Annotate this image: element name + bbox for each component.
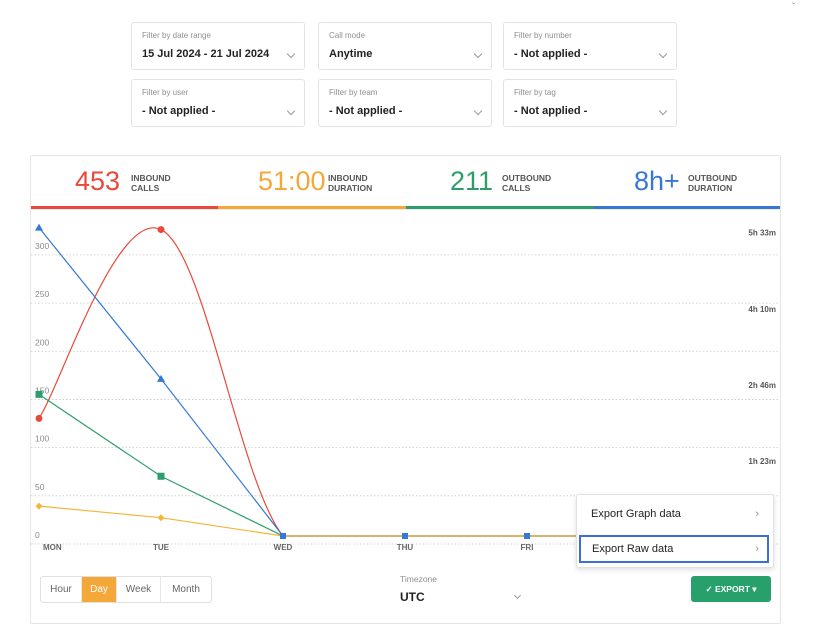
number-filter[interactable]: Filter by number - Not applied - (503, 22, 677, 70)
period-tab-week[interactable]: Week (117, 577, 161, 602)
stat-label: OUTBOUND DURATION (688, 173, 738, 193)
right-tick-label: 5h 33m (748, 229, 776, 238)
data-point (35, 502, 43, 510)
chevron-down-icon (658, 106, 668, 116)
outbound-calls-stat[interactable]: 211 OUTBOUND CALLS (406, 156, 594, 209)
right-tick-label: 1h 23m (748, 457, 776, 466)
x-tick-label: THU (397, 543, 414, 552)
timezone-label: Timezone (400, 574, 438, 584)
data-point (402, 533, 408, 539)
filter-label: Call mode (329, 31, 366, 40)
export-graph-data-item[interactable]: Export Graph data › (579, 500, 769, 528)
chevron-down-icon (473, 106, 483, 116)
stat-value: 51:00 (258, 166, 326, 196)
chevron-right-icon: › (755, 543, 759, 555)
outbound-duration-stat[interactable]: 8h+ OUTBOUND DURATION (594, 156, 780, 209)
chevron-down-icon (513, 591, 522, 600)
y-tick-label: 50 (35, 482, 45, 492)
right-axis-labels: 1h 23m 2h 46m 4h 10m 5h 33m (748, 229, 776, 466)
timezone-select[interactable]: Timezone UTC (390, 572, 530, 608)
inbound-calls-stat[interactable]: 453 INBOUND CALLS (31, 156, 218, 209)
y-tick-label: 250 (35, 289, 49, 299)
data-point (280, 533, 286, 539)
chevron-down-icon (286, 106, 296, 116)
filter-label: Filter by user (142, 88, 189, 97)
filter-label: Filter by tag (514, 88, 556, 97)
chevron-down-icon: ˇ (792, 2, 796, 13)
chevron-down-icon (473, 49, 483, 59)
filter-value: - Not applied - (514, 105, 588, 117)
timezone-value: UTC (400, 590, 425, 604)
export-button-label: EXPORT (714, 584, 750, 594)
right-tick-label: 2h 46m (748, 381, 776, 390)
y-tick-label: 100 (35, 434, 49, 444)
filter-label: Filter by number (514, 31, 572, 40)
x-tick-label: FRI (521, 543, 534, 552)
stat-value: 453 (75, 166, 121, 196)
data-point (35, 414, 43, 422)
filter-label: Filter by team (329, 88, 378, 97)
x-tick-label: TUE (153, 543, 170, 552)
y-tick-label: 0 (35, 530, 40, 540)
filter-value: - Not applied - (514, 48, 588, 60)
filter-label: Filter by date range (142, 31, 211, 40)
chevron-down-icon (658, 49, 668, 59)
filter-value: - Not applied - (329, 105, 403, 117)
user-filter[interactable]: Filter by user - Not applied - (131, 79, 305, 127)
tag-filter[interactable]: Filter by tag - Not applied - (503, 79, 677, 127)
x-tick-label: WED (274, 543, 293, 552)
data-point (524, 533, 530, 539)
data-point (157, 472, 165, 480)
chart-series-lines (38, 227, 771, 537)
y-axis-labels: 050100150200250300 (35, 241, 49, 540)
period-selector: Hour Day Week Month (40, 576, 212, 603)
series-line (38, 227, 771, 537)
export-button[interactable]: ✓ EXPORT ▾ (691, 576, 771, 602)
data-point (157, 226, 165, 234)
stat-label: INBOUND DURATION (328, 173, 373, 193)
stat-value: 211 (450, 166, 494, 196)
date-range-filter[interactable]: Filter by date range 15 Jul 2024 - 21 Ju… (131, 22, 305, 70)
period-tab-month[interactable]: Month (161, 577, 211, 602)
team-filter[interactable]: Filter by team - Not applied - (318, 79, 492, 127)
right-tick-label: 4h 10m (748, 305, 776, 314)
filter-value: Anytime (329, 48, 373, 60)
y-tick-label: 300 (35, 241, 49, 251)
call-mode-filter[interactable]: Call mode Anytime (318, 22, 492, 70)
stat-underline (31, 206, 218, 209)
filter-value: - Not applied - (142, 105, 216, 117)
period-tab-day[interactable]: Day (82, 577, 117, 602)
stats-row: 453 INBOUND CALLS 51:00 INBOUND DURATION 2… (31, 156, 780, 210)
filter-value: 15 Jul 2024 - 21 Jul 2024 (142, 48, 270, 60)
chevron-right-icon: › (755, 508, 759, 520)
series-line (38, 227, 771, 537)
data-point (35, 223, 43, 231)
stat-label: OUTBOUND CALLS (502, 173, 552, 193)
check-icon: ✓ (705, 584, 713, 594)
export-menu: Export Graph data › Export Raw data › (576, 494, 774, 568)
period-tab-hour[interactable]: Hour (41, 577, 82, 602)
data-point (157, 514, 165, 522)
data-point (35, 390, 43, 398)
chevron-down-icon (286, 49, 296, 59)
stat-value: 8h+ (634, 166, 680, 196)
chart-markers (35, 223, 774, 539)
inbound-duration-stat[interactable]: 51:00 INBOUND DURATION (218, 156, 406, 209)
chevron-down-icon: ▾ (752, 584, 757, 594)
stat-label: INBOUND CALLS (131, 173, 171, 193)
x-tick-label: MON (43, 543, 62, 552)
stat-underline (594, 206, 780, 209)
stat-underline (218, 206, 406, 209)
export-raw-data-item[interactable]: Export Raw data › (579, 535, 769, 563)
stat-underline (406, 206, 594, 209)
y-tick-label: 200 (35, 337, 49, 347)
